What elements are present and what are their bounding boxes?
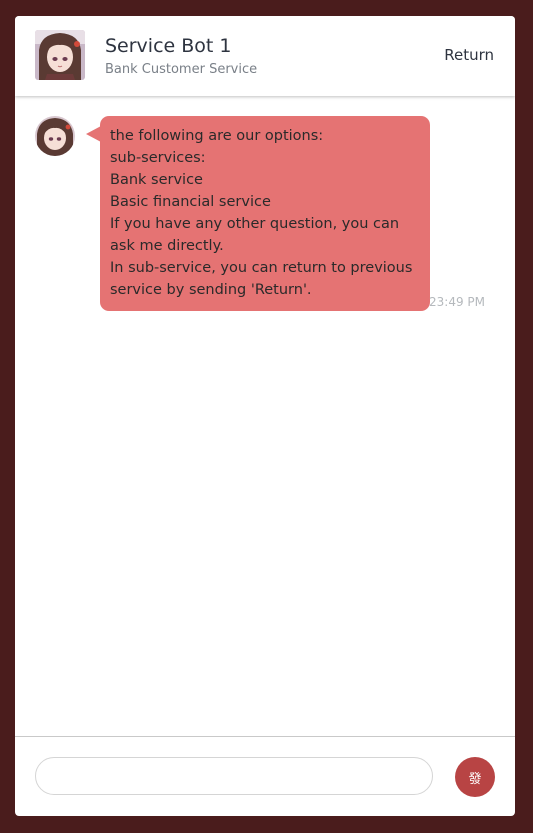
bot-name: Service Bot 1 xyxy=(105,35,232,57)
message-bubble-tail xyxy=(86,126,101,142)
composer-divider xyxy=(15,736,515,737)
message-line: ask me directly. xyxy=(110,238,224,254)
bot-subtitle: Bank Customer Service xyxy=(105,62,258,77)
send-button[interactable]: 發 xyxy=(455,757,495,797)
message-line: In sub-service, you can return to previo… xyxy=(110,260,413,276)
bot-avatar-icon xyxy=(35,30,85,80)
return-button[interactable]: Return xyxy=(444,46,494,64)
chat-header: Service Bot 1 Bank Customer Service Retu… xyxy=(15,16,515,96)
message-input[interactable] xyxy=(35,757,433,795)
message-line: sub-services: xyxy=(110,150,206,166)
chat-window: Service Bot 1 Bank Customer Service Retu… xyxy=(15,16,515,816)
message-line: Basic financial service xyxy=(110,194,271,210)
message-line: If you have any other question, you can xyxy=(110,216,400,232)
message-timestamp: 23:49 PM xyxy=(429,295,485,309)
bot-avatar-icon xyxy=(35,116,75,156)
message-line: the following are our options: xyxy=(110,128,324,144)
message-line: Bank service xyxy=(110,172,203,188)
message-list: the following are our options: sub-servi… xyxy=(15,96,515,736)
message-line: service by sending 'Return'. xyxy=(110,282,312,298)
bot-message-bubble: the following are our options: sub-servi… xyxy=(100,116,430,311)
